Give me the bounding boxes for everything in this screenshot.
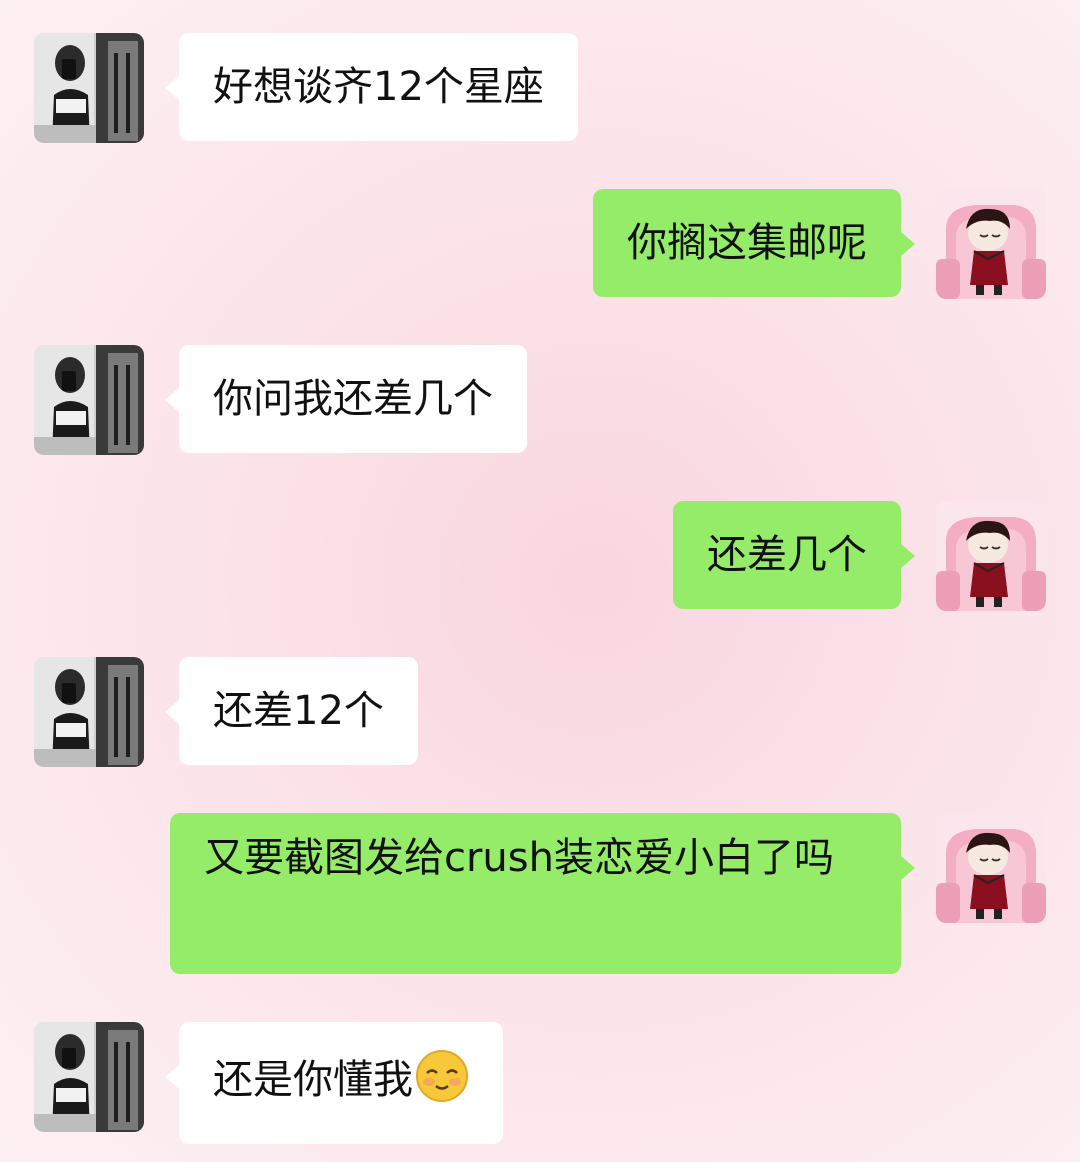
received-message-bubble[interactable]: 还是你懂我	[165, 1022, 503, 1144]
contact-avatar[interactable]	[34, 33, 144, 143]
chat-area: 好想谈齐12个星座 你搁这集邮呢 你问我还差几个 还差几个 还差12个 又要截图…	[0, 0, 1080, 1162]
contact-avatar[interactable]	[34, 1022, 144, 1132]
message-text: 好想谈齐12个星座	[213, 64, 544, 110]
contact-avatar[interactable]	[34, 345, 144, 455]
received-message-bubble[interactable]: 还差12个	[165, 657, 418, 765]
message-text: 还是你懂我	[213, 1057, 413, 1103]
received-message-bubble[interactable]: 你问我还差几个	[165, 345, 527, 453]
sent-message-bubble[interactable]: 你搁这集邮呢	[593, 189, 915, 297]
shy-smile-emoji-icon	[415, 1049, 469, 1117]
message-text: 又要截图发给crush装恋爱小白了吗	[204, 835, 834, 881]
sent-message-bubble[interactable]: 还差几个	[673, 501, 915, 609]
contact-avatar[interactable]	[34, 657, 144, 767]
message-text: 你问我还差几个	[213, 376, 493, 422]
message-text: 还差几个	[707, 532, 867, 578]
message-text: 还差12个	[213, 688, 384, 734]
my-avatar[interactable]	[936, 813, 1046, 923]
message-text: 你搁这集邮呢	[627, 220, 867, 266]
my-avatar[interactable]	[936, 189, 1046, 299]
received-message-bubble[interactable]: 好想谈齐12个星座	[165, 33, 578, 141]
sent-message-bubble[interactable]: 又要截图发给crush装恋爱小白了吗	[170, 813, 915, 974]
my-avatar[interactable]	[936, 501, 1046, 611]
